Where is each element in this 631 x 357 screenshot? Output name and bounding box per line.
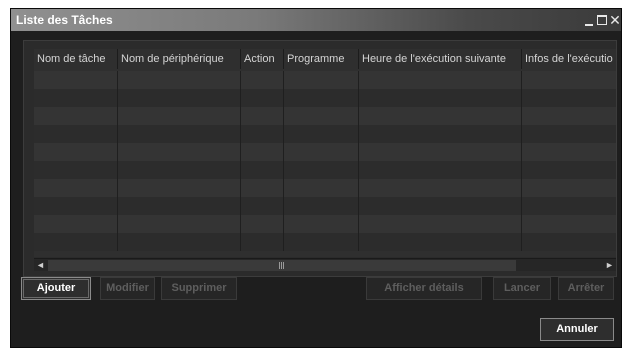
column-header-next-run-time[interactable]: Heure de l'exécution suivante <box>359 49 522 69</box>
scroll-left-icon[interactable]: ◄ <box>34 259 47 272</box>
maximize-icon <box>597 15 607 25</box>
column-header-action[interactable]: Action <box>241 49 284 69</box>
show-details-button[interactable]: Afficher détails <box>366 277 482 300</box>
table-row <box>34 215 616 233</box>
task-list-window: Liste des Tâches ✕ Nom de tâche Nom de p… <box>10 8 622 348</box>
column-header-run-info[interactable]: Infos de l'exécutio <box>522 49 616 69</box>
table-header: Nom de tâche Nom de périphérique Action … <box>34 49 616 69</box>
task-table-panel: Nom de tâche Nom de périphérique Action … <box>23 40 617 277</box>
window-title: Liste des Tâches <box>16 13 113 27</box>
minimize-icon <box>585 24 593 26</box>
table-row <box>34 125 616 143</box>
grip-icon <box>279 262 285 269</box>
edit-button[interactable]: Modifier <box>100 277 155 300</box>
task-table[interactable]: Nom de tâche Nom de périphérique Action … <box>34 49 616 257</box>
table-row <box>34 233 616 251</box>
table-body <box>34 71 616 251</box>
close-button[interactable]: ✕ <box>609 11 621 29</box>
table-row <box>34 179 616 197</box>
launch-button[interactable]: Lancer <box>493 277 551 300</box>
scrollbar-thumb[interactable] <box>48 260 516 271</box>
stop-button[interactable]: Arrêter <box>558 277 614 300</box>
table-row <box>34 89 616 107</box>
add-button[interactable]: Ajouter <box>21 277 91 300</box>
maximize-button[interactable] <box>596 11 608 29</box>
column-header-device-name[interactable]: Nom de périphérique <box>118 49 241 69</box>
scroll-right-icon[interactable]: ► <box>603 259 616 272</box>
minimize-button[interactable] <box>583 11 595 29</box>
column-header-schedule[interactable]: Programme <box>284 49 359 69</box>
delete-button[interactable]: Supprimer <box>161 277 237 300</box>
column-header-task-name[interactable]: Nom de tâche <box>34 49 118 69</box>
table-row <box>34 161 616 179</box>
table-row <box>34 143 616 161</box>
close-icon: ✕ <box>609 12 621 28</box>
horizontal-scrollbar[interactable]: ◄ ► <box>34 258 616 271</box>
table-row <box>34 71 616 89</box>
table-row <box>34 197 616 215</box>
title-bar[interactable]: Liste des Tâches ✕ <box>11 9 621 31</box>
table-row <box>34 107 616 125</box>
cancel-button[interactable]: Annuler <box>540 318 614 341</box>
